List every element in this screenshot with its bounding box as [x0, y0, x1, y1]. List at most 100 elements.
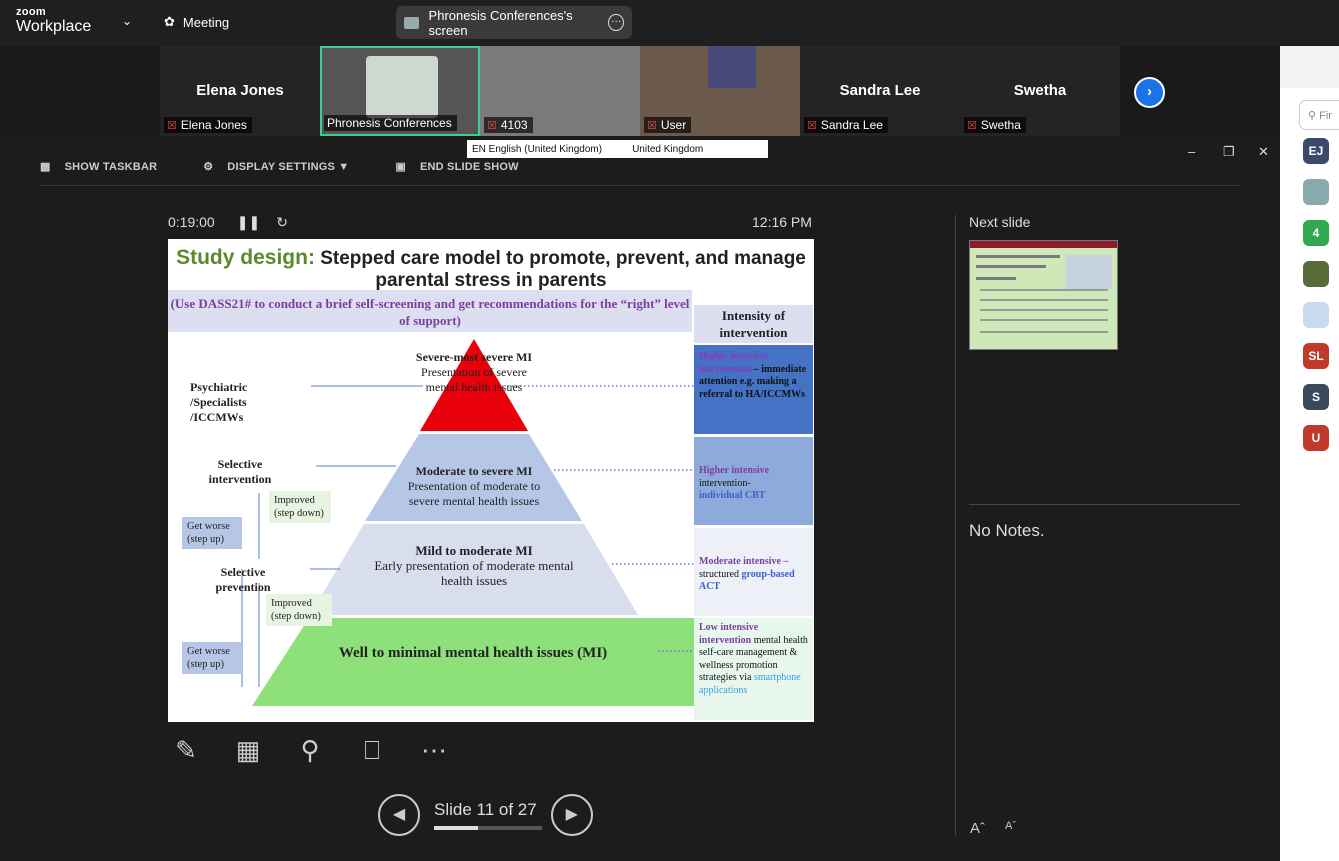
- intensity-low: Low intensive intervention mental health…: [694, 618, 813, 720]
- next-slide-thumbnail[interactable]: [969, 240, 1118, 350]
- display-icon: ⚙: [203, 161, 214, 173]
- next-slide-button[interactable]: ▶: [550, 794, 593, 836]
- grid-view-icon[interactable]: ▦: [230, 732, 266, 768]
- thumb-line: [976, 255, 1060, 258]
- screen-thumb-icon: [404, 16, 419, 29]
- participant-tile[interactable]: Elena Jones ☒ Elena Jones: [160, 46, 320, 136]
- intensity-title: Low intensive intervention: [699, 622, 759, 646]
- share-indicator[interactable]: Phronesis Conferences's screen ···: [396, 6, 632, 39]
- language-bar[interactable]: EN English (United Kingdom) United Kingd…: [467, 140, 768, 158]
- pen-icon[interactable]: ✎: [168, 732, 204, 768]
- display-settings-button[interactable]: ⚙ DISPLAY SETTINGS ▼: [203, 160, 350, 174]
- tier-1-label: Severe-most severe MI Presentation of sev…: [408, 350, 540, 395]
- zoom-logo: zoom Workplace: [16, 7, 91, 35]
- minimize-icon[interactable]: –: [1188, 144, 1195, 159]
- tier-head: Moderate to severe MI: [415, 464, 533, 478]
- label-text: 4103: [500, 118, 528, 132]
- show-taskbar-button[interactable]: ▩ SHOW TASKBAR: [40, 160, 157, 174]
- thumb-line: [980, 331, 1108, 333]
- participant-avatar[interactable]: S: [1303, 384, 1329, 410]
- search-input[interactable]: ⚲ Fir: [1299, 100, 1339, 130]
- restart-icon[interactable]: ↻: [276, 214, 288, 230]
- participant-avatar[interactable]: [1303, 179, 1329, 205]
- close-icon[interactable]: ✕: [1258, 144, 1269, 160]
- participant-avatar[interactable]: 4: [1303, 220, 1329, 246]
- elapsed-timer: 0:19:00 ❚❚ ↻: [168, 214, 288, 231]
- panel-header: [1280, 46, 1339, 88]
- next-page-icon[interactable]: ›: [1134, 77, 1165, 108]
- black-screen-icon[interactable]: ⎕: [354, 732, 390, 768]
- mic-muted-icon: ☒: [647, 119, 657, 132]
- participant-name: Elena Jones: [196, 82, 284, 99]
- mic-muted-icon: ☒: [487, 119, 497, 132]
- share-label: Phronesis Conferences's screen: [428, 7, 573, 38]
- left-label-intervention: Selective intervention: [208, 457, 272, 486]
- improved-box: Improved (step down): [269, 491, 331, 523]
- thumb-line: [976, 277, 1016, 280]
- end-label: END SLIDE SHOW: [419, 160, 519, 173]
- intensity-desc: structured: [699, 568, 742, 580]
- thumb-line: [980, 309, 1108, 311]
- slide-progress: [434, 826, 542, 830]
- participant-avatar[interactable]: U: [1303, 425, 1329, 451]
- zoom-icon[interactable]: ⚲: [292, 732, 328, 768]
- search-placeholder: Fir: [1319, 110, 1332, 122]
- language-label: EN English (United Kingdom): [472, 143, 603, 155]
- increase-font-icon[interactable]: Aˆ: [970, 820, 985, 837]
- slide-navigation: ◀ Slide 11 of 27 ▶: [378, 794, 593, 836]
- slide-progress-fill: [434, 826, 479, 830]
- intensity-moderate: Moderate intensive – structured group-ba…: [694, 528, 813, 616]
- participant-tile[interactable]: Sandra Lee ☒ Sandra Lee: [800, 46, 960, 136]
- label-text: Elena Jones: [180, 118, 247, 132]
- participant-avatar[interactable]: SL: [1303, 343, 1329, 369]
- participant-label: ☒ 4103: [484, 117, 533, 133]
- meeting-label: Meeting: [182, 14, 230, 30]
- label-text: Swetha: [980, 118, 1021, 132]
- participants-panel: ⚲ Fir EJ 4 SL S U: [1280, 46, 1339, 861]
- participant-tile-active[interactable]: Phronesis Conferences: [320, 46, 480, 136]
- tier-head: Well to minimal mental health issues (MI…: [338, 645, 608, 661]
- slide-counter-text: Slide 11 of 27: [434, 800, 537, 819]
- participant-tile[interactable]: Swetha ☒ Swetha: [960, 46, 1120, 136]
- participant-avatar[interactable]: [1303, 302, 1329, 328]
- end-slideshow-button[interactable]: ▣ END SLIDE SHOW: [395, 160, 519, 174]
- label-text: User: [660, 118, 687, 132]
- participant-tile[interactable]: ☒ User: [640, 46, 800, 136]
- restore-icon[interactable]: ❐: [1223, 144, 1235, 160]
- improved-box: Improved (step down): [266, 594, 332, 626]
- participant-label: Phronesis Conferences: [324, 115, 457, 131]
- pause-icon[interactable]: ❚❚: [237, 214, 260, 230]
- brand-bottom: Workplace: [16, 18, 92, 35]
- webcam-image: [366, 56, 438, 118]
- mic-muted-icon: ☒: [807, 119, 817, 132]
- wall-painting-image: [708, 46, 756, 88]
- decrease-font-icon[interactable]: Aˇ: [1005, 820, 1016, 837]
- more-icon[interactable]: ···: [608, 14, 624, 31]
- participant-avatar[interactable]: EJ: [1303, 138, 1329, 164]
- intensity-title: Higher intensive: [699, 465, 770, 476]
- previous-slide-button[interactable]: ◀: [378, 794, 420, 836]
- slide-counter[interactable]: Slide 11 of 27: [434, 800, 542, 830]
- tier-2-label: Moderate to severe MI Presentation of mod…: [394, 464, 554, 509]
- paw-icon: ✿: [164, 14, 175, 29]
- chevron-down-icon[interactable]: ⌄: [122, 14, 132, 28]
- brand-top: zoom: [16, 6, 46, 18]
- divider: [955, 215, 956, 835]
- worse-box: Get worse (step up): [182, 642, 242, 674]
- notes-font-controls: Aˆ Aˇ: [970, 820, 1016, 837]
- keyboard-label: United Kingdom: [632, 143, 704, 155]
- participant-label: ☒ User: [644, 117, 692, 133]
- taskbar-icon: ▩: [40, 161, 51, 173]
- elapsed-text: 0:19:00: [168, 214, 215, 230]
- end-icon: ▣: [395, 161, 406, 173]
- participant-tile[interactable]: ☒ 4103: [480, 46, 640, 136]
- thumb-line: [980, 289, 1108, 291]
- current-slide: Study design: Stepped care model to prom…: [168, 239, 814, 722]
- display-label: DISPLAY SETTINGS ▼: [227, 160, 350, 173]
- meeting-menu[interactable]: ✿ Meeting: [164, 14, 229, 30]
- more-options-icon[interactable]: ⋯: [416, 732, 452, 768]
- thumb-line: [980, 299, 1108, 301]
- thumb-header: [970, 241, 1117, 248]
- participant-avatar[interactable]: [1303, 261, 1329, 287]
- tier-head: Severe-most severe MI: [415, 350, 533, 364]
